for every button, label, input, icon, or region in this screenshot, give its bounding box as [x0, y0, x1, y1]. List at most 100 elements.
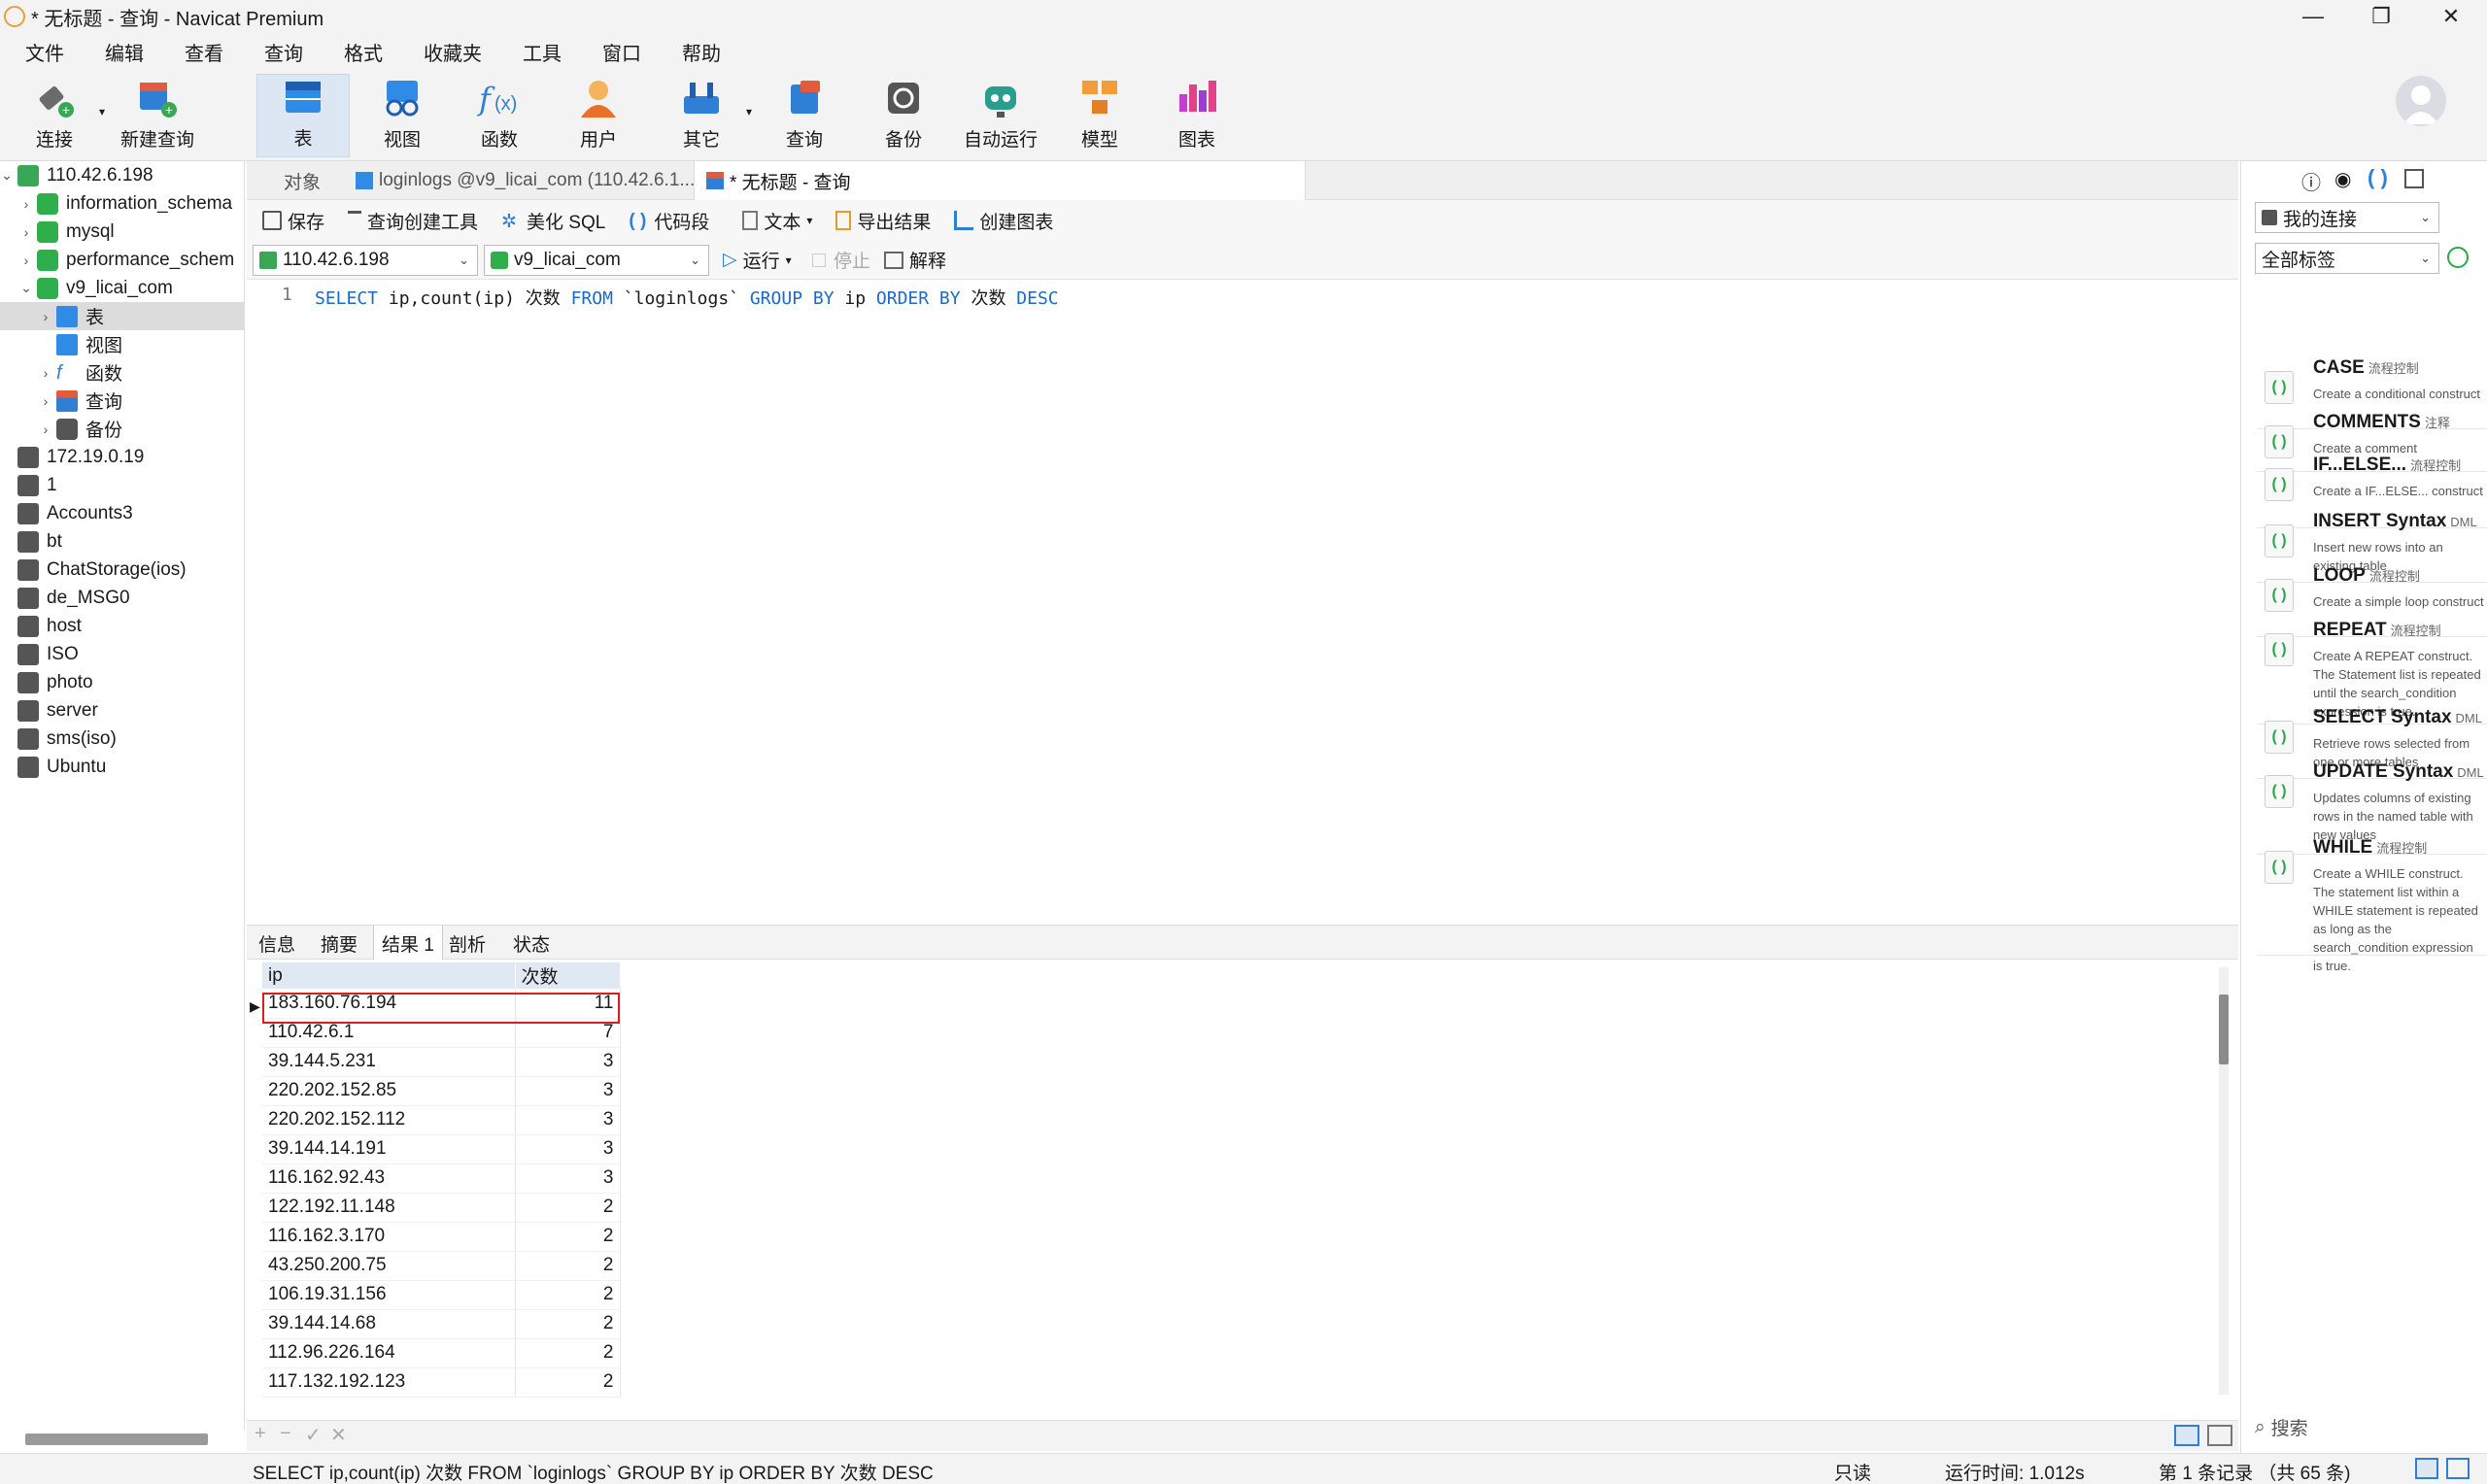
cell-count[interactable]: 2 — [515, 1280, 621, 1310]
connect-dropdown-icon[interactable]: ▾ — [99, 105, 105, 118]
avatar[interactable] — [2396, 76, 2446, 126]
tab-profile[interactable]: 剖析 — [441, 926, 494, 961]
stop-button[interactable]: 停止 — [812, 247, 870, 273]
refresh-icon[interactable] — [2447, 247, 2469, 268]
panel-left-icon[interactable] — [2415, 1458, 2438, 1479]
table-row[interactable]: 116.162.92.43 3 — [262, 1164, 621, 1194]
cell-count[interactable]: 2 — [515, 1193, 621, 1223]
cell-count[interactable]: 3 — [515, 1164, 621, 1194]
expand-chevron-icon[interactable]: ⌄ — [0, 167, 14, 184]
tree-tables[interactable]: › 表 — [0, 302, 245, 330]
tab-info[interactable]: 信息 — [251, 926, 303, 961]
menu-window[interactable]: 窗口 — [587, 38, 657, 66]
eye-icon[interactable]: ◉ — [2334, 167, 2351, 191]
cell-count[interactable]: 2 — [515, 1251, 621, 1281]
run-button[interactable]: ▷ 运行 ▾ — [723, 247, 792, 273]
other-button[interactable]: 其它 — [655, 74, 748, 157]
beautify-sql-button[interactable]: ✲ 美化 SQL — [494, 205, 613, 236]
sidebar-scrollbar[interactable] — [25, 1433, 208, 1445]
cell-ip[interactable]: 43.250.200.75 — [262, 1251, 516, 1281]
tree-connection[interactable]: 172.19.0.19 — [0, 443, 245, 471]
tree-connection[interactable]: server — [0, 696, 245, 725]
table-row[interactable]: 43.250.200.75 2 — [262, 1251, 621, 1281]
column-header-ip[interactable]: ip — [262, 962, 516, 989]
layout-icon[interactable] — [2404, 169, 2424, 188]
expand-chevron-icon[interactable]: › — [19, 196, 33, 212]
discard-icon[interactable]: ✕ — [330, 1423, 347, 1447]
cell-count[interactable]: 2 — [515, 1222, 621, 1252]
table-row[interactable]: 39.144.5.231 3 — [262, 1047, 621, 1077]
explain-button[interactable]: 解释 — [884, 247, 946, 273]
menu-tools[interactable]: 工具 — [507, 38, 577, 66]
view-button[interactable]: 视图 — [356, 74, 449, 157]
tab-result-1[interactable]: 结果 1 — [373, 926, 443, 961]
sql-editor[interactable]: 1 SELECT ip,count(ip) 次数 FROM `loginlogs… — [247, 281, 2238, 925]
cell-ip[interactable]: 39.144.5.231 — [262, 1047, 516, 1077]
table-row[interactable]: 117.132.192.123 2 — [262, 1367, 621, 1398]
grid-view-icon[interactable] — [2174, 1425, 2199, 1446]
info-icon[interactable]: ⓘ — [2301, 167, 2321, 195]
query-builder-button[interactable]: 查询创建工具 — [340, 205, 486, 236]
menu-format[interactable]: 格式 — [328, 38, 398, 66]
text-dropdown-icon[interactable]: ▾ — [806, 214, 812, 227]
table-row[interactable]: 116.162.3.170 2 — [262, 1222, 621, 1252]
cell-ip[interactable]: 122.192.11.148 — [262, 1193, 516, 1223]
delete-row-icon[interactable]: − — [280, 1423, 291, 1445]
connection-filter-select[interactable]: 我的连接 ⌄ — [2255, 202, 2439, 233]
menu-view[interactable]: 查看 — [169, 38, 239, 66]
tree-connection[interactable]: photo — [0, 668, 245, 696]
menu-file[interactable]: 文件 — [10, 38, 80, 66]
create-chart-button[interactable]: 创建图表 — [946, 205, 1061, 236]
query-button[interactable]: 查询 — [758, 74, 851, 157]
tree-functions[interactable]: › f 函数 — [0, 358, 245, 387]
menu-query[interactable]: 查询 — [249, 38, 319, 66]
snippet-search[interactable]: ⌕ 搜索 — [2255, 1414, 2308, 1440]
table-row[interactable]: 122.192.11.148 2 — [262, 1193, 621, 1223]
cell-ip[interactable]: 39.144.14.68 — [262, 1309, 516, 1339]
menu-favorites[interactable]: 收藏夹 — [408, 38, 497, 66]
cell-ip[interactable]: 220.202.152.112 — [262, 1105, 516, 1135]
save-button[interactable]: 保存 — [255, 205, 332, 236]
tab-query[interactable]: * 无标题 - 查询 — [694, 161, 1306, 200]
tree-connection[interactable]: sms(iso) — [0, 725, 245, 753]
expand-chevron-icon[interactable]: › — [39, 422, 52, 437]
table-row[interactable]: 220.202.152.85 3 — [262, 1076, 621, 1106]
database-select[interactable]: v9_licai_com ⌄ — [484, 245, 709, 276]
connect-button[interactable]: + 连接 — [8, 74, 101, 157]
backup-button[interactable]: 备份 — [857, 74, 950, 157]
snippet-item[interactable]: ( ) WHILE 流程控制 Create a WHILE construct. Th… — [2257, 831, 2487, 973]
tag-filter-select[interactable]: 全部标签 ⌄ — [2255, 243, 2439, 274]
column-header-count[interactable]: 次数 — [515, 962, 621, 989]
menu-edit[interactable]: 编辑 — [89, 38, 159, 66]
function-button[interactable]: f (x) 函数 — [453, 74, 546, 157]
tree-queries[interactable]: › 查询 — [0, 387, 245, 415]
cell-ip[interactable]: 106.19.31.156 — [262, 1280, 516, 1310]
tree-db-performance-schema[interactable]: › performance_schem — [0, 246, 245, 274]
table-row[interactable]: 112.96.226.164 2 — [262, 1338, 621, 1368]
tree-db-mysql[interactable]: › mysql — [0, 218, 245, 246]
tree-views[interactable]: 视图 — [0, 330, 245, 358]
tree-connection[interactable]: 1 — [0, 471, 245, 499]
cell-count[interactable]: 3 — [515, 1076, 621, 1106]
tree-connection[interactable]: ChatStorage(ios) — [0, 556, 245, 584]
cell-ip[interactable]: 116.162.92.43 — [262, 1164, 516, 1194]
text-button[interactable]: 文本 ▾ — [734, 205, 820, 236]
tree-db-v9-licai-com[interactable]: ⌄ v9_licai_com — [0, 274, 245, 302]
tree-connection[interactable]: de_MSG0 — [0, 584, 245, 612]
table-row[interactable]: 106.19.31.156 2 — [262, 1280, 621, 1310]
menu-help[interactable]: 帮助 — [666, 38, 736, 66]
apply-icon[interactable]: ✓ — [305, 1423, 322, 1447]
tree-connection[interactable]: Ubuntu — [0, 753, 245, 781]
other-dropdown-icon[interactable]: ▾ — [746, 105, 752, 118]
tab-status[interactable]: 状态 — [505, 926, 558, 961]
tab-objects[interactable]: 对象 — [272, 161, 332, 200]
user-button[interactable]: 用户 — [552, 74, 645, 157]
grid-scrollbar[interactable] — [2219, 967, 2229, 1395]
table-row[interactable]: 39.144.14.191 3 — [262, 1134, 621, 1164]
export-result-button[interactable]: 导出结果 — [828, 205, 938, 236]
maximize-icon[interactable]: ❐ — [2347, 0, 2415, 33]
connection-select[interactable]: 110.42.6.198 ⌄ — [253, 245, 478, 276]
tree-connection-root[interactable]: ⌄ 110.42.6.198 — [0, 161, 245, 189]
model-button[interactable]: 模型 — [1053, 74, 1146, 157]
snippet-icon[interactable]: ( ) — [2368, 165, 2388, 190]
